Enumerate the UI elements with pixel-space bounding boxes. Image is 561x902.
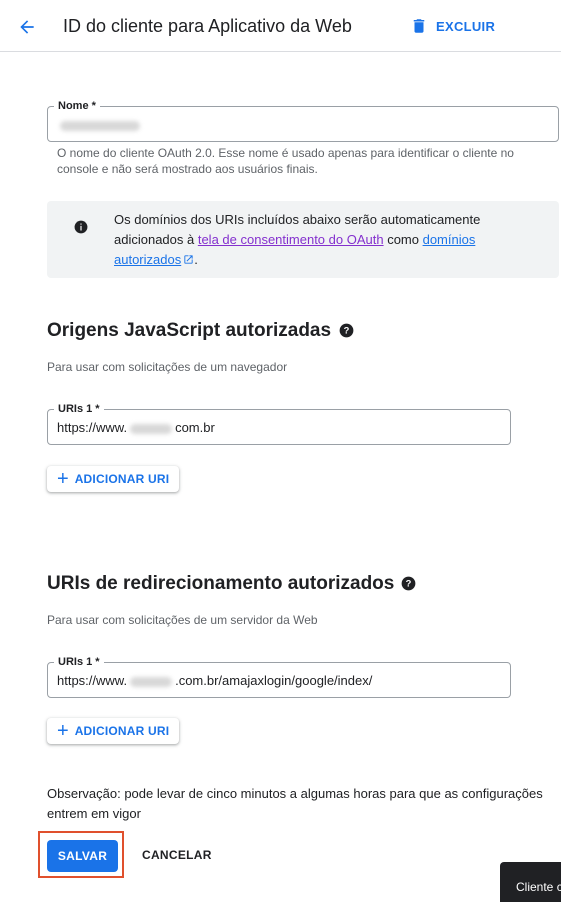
redirect-uri-value: https://www. .com.br/amajaxlogin/google/i…	[57, 673, 372, 688]
svg-text:?: ?	[344, 326, 350, 336]
js-origin-uri-suffix: com.br	[175, 420, 215, 435]
redirect-uris-subtitle: Para usar com solicitações de um servido…	[47, 613, 318, 627]
name-field-value-redacted	[57, 117, 143, 132]
info-text-middle: como	[383, 232, 423, 247]
page-title: ID do cliente para Aplicativo da Web	[63, 16, 352, 36]
snackbar: Cliente c	[500, 862, 561, 902]
info-icon	[74, 220, 88, 234]
svg-text:?: ?	[406, 579, 412, 589]
propagation-note: Observação: pode levar de cinco minutos …	[47, 786, 543, 821]
redirect-uri-suffix: .com.br/amajaxlogin/google/index/	[175, 673, 373, 688]
js-origins-title: Origens JavaScript autorizadas	[47, 320, 332, 341]
info-text: Os domínios dos URIs incluídos abaixo se…	[114, 210, 504, 270]
redirect-uris-add-uri-button[interactable]: + ADICIONAR URI	[47, 718, 180, 744]
delete-button[interactable]: EXCLUIR	[410, 15, 495, 37]
plus-icon: +	[57, 720, 69, 742]
redirect-uri-prefix: https://www.	[57, 673, 128, 688]
js-origins-subtitle: Para usar com solicitações de um navegad…	[47, 360, 288, 374]
page-header: ID do cliente para Aplicativo da Web EXC…	[0, 0, 561, 52]
js-origin-uri-field[interactable]: URIs 1 * https://www. com.br	[47, 402, 511, 445]
save-button[interactable]: SALVAR	[47, 840, 118, 872]
js-origin-uri-label: URIs 1 *	[54, 402, 104, 416]
info-text-after: .	[194, 252, 198, 267]
open-in-new-icon	[184, 255, 193, 264]
redirect-uri-field[interactable]: URIs 1 * https://www. .com.br/amajaxlogin…	[47, 655, 511, 698]
consent-screen-link[interactable]: tela de consentimento do OAuth	[198, 232, 384, 247]
delete-label: EXCLUIR	[436, 18, 496, 34]
js-origin-uri-prefix: https://www.	[57, 420, 128, 435]
cancel-button[interactable]: CANCELAR	[142, 848, 212, 862]
name-field[interactable]: Nome *	[47, 99, 559, 142]
js-origins-add-uri-label: ADICIONAR URI	[74, 472, 170, 486]
redirect-uris-add-uri-label: ADICIONAR URI	[74, 724, 170, 738]
name-field-help: O nome do cliente OAuth 2.0. Esse nome é…	[57, 146, 514, 176]
js-origins-add-uri-button[interactable]: + ADICIONAR URI	[47, 466, 180, 492]
info-box: Os domínios dos URIs incluídos abaixo se…	[47, 201, 559, 278]
plus-icon: +	[57, 468, 69, 490]
name-field-label: Nome *	[54, 99, 100, 113]
js-origin-uri-value: https://www. com.br	[57, 420, 215, 435]
redirect-uris-title: URIs de redirecionamento autorizados	[47, 573, 395, 594]
redirect-uris-help-icon[interactable]: ?	[401, 576, 416, 591]
back-arrow-icon[interactable]	[17, 17, 37, 37]
snackbar-text: Cliente c	[516, 880, 561, 894]
trash-icon	[413, 19, 425, 33]
js-origins-help-icon[interactable]: ?	[339, 323, 354, 338]
redirect-uri-label: URIs 1 *	[54, 655, 104, 669]
